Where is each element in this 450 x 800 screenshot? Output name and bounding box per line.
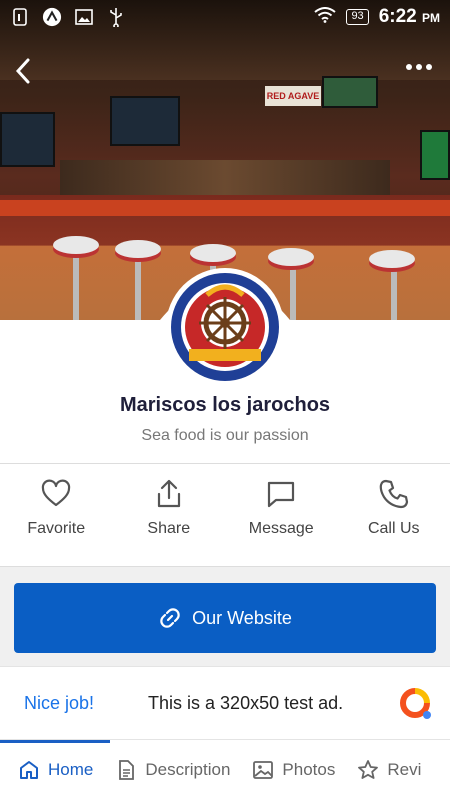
admob-icon [400,688,431,719]
tab-description[interactable]: Description [115,759,230,781]
phone-icon [379,479,408,509]
battery-indicator: 93 [346,9,369,25]
more-horizontal-icon [406,64,412,70]
favorite-label: Favorite [27,520,86,537]
our-website-button[interactable]: Our Website [14,583,436,653]
document-icon [119,760,135,780]
restaurant-tagline: Sea food is our passion [141,427,309,444]
notification-app-icon [42,7,62,27]
clock: 6:22 PM [378,6,440,27]
favorite-button[interactable]: Favorite [0,478,113,558]
tab-photos-label: Photos [282,760,336,779]
usb-icon [106,7,126,27]
action-row: Favorite Share Message Call Us [0,478,450,558]
back-arrow-icon [15,58,30,84]
ad-nice-job: Nice job! [24,692,95,713]
message-icon [268,481,295,508]
heart-icon [42,479,71,507]
message-label: Message [248,520,314,537]
our-website-label: Our Website [192,607,292,628]
tab-description-label: Description [145,760,231,779]
test-ad-banner[interactable]: Nice job! This is a 320x50 test ad. [0,666,450,740]
share-label: Share [147,520,191,537]
divider [0,463,450,464]
gallery-icon [74,7,94,27]
call-us-button[interactable]: Call Us [338,478,450,558]
status-bar: 93 6:22 PM [0,0,450,34]
restaurant-logo [166,268,284,386]
image-icon [253,761,274,779]
back-button[interactable] [12,56,36,86]
link-icon [160,608,180,628]
star-icon [358,760,379,779]
share-icon [157,479,180,508]
bar-sign: RED AGAVE [265,86,321,106]
wifi-icon [314,6,337,28]
call-us-label: Call Us [367,520,420,537]
tab-reviews-label: Revi [387,760,422,779]
home-icon [20,761,38,779]
share-button[interactable]: Share [113,478,226,558]
ad-text: This is a 320x50 test ad. [148,692,344,713]
tab-home-label: Home [48,760,94,779]
bottom-tab-bar: Home Description Photos Revi [0,740,450,800]
sim-icon [10,7,30,27]
tab-reviews[interactable]: Revi [357,759,421,781]
tab-photos[interactable]: Photos [252,759,335,781]
tab-home[interactable]: Home [18,759,93,781]
active-tab-indicator [0,740,110,743]
message-button[interactable]: Message [225,478,338,558]
restaurant-name: Mariscos los jarochos [119,394,331,416]
more-options-button[interactable] [406,64,436,74]
